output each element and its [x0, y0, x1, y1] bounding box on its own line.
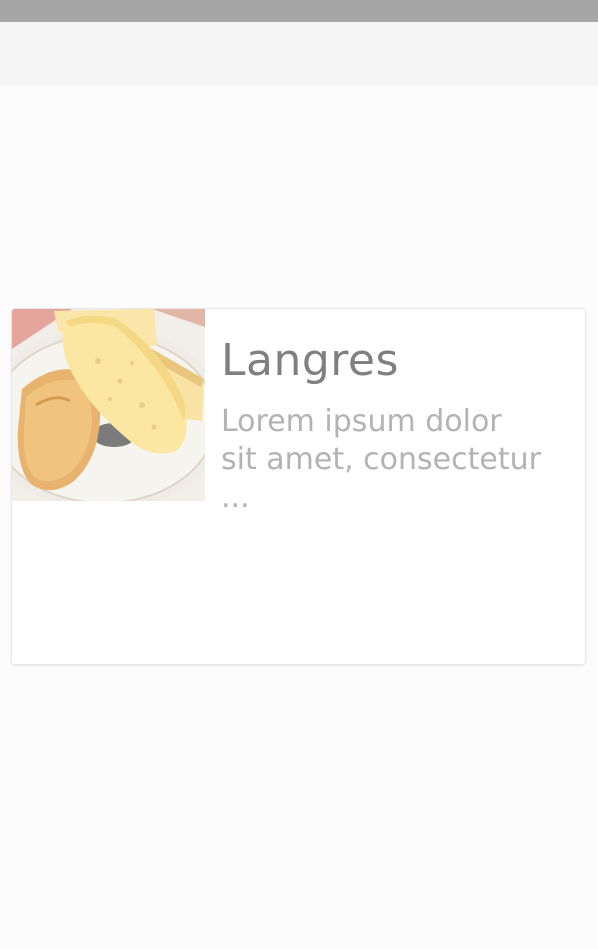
main-content: Langres Lorem ipsum dolor sit amet, cons…	[0, 86, 598, 949]
cheese-image	[12, 309, 205, 501]
card-description-line-1: Lorem ipsum dolor	[221, 404, 502, 439]
card-description-line-2: sit amet, consectetur ...	[221, 442, 541, 515]
card-title: Langres	[221, 335, 399, 386]
app-bar	[0, 22, 598, 86]
card-description: Lorem ipsum dolor sit amet, consectetur …	[221, 403, 566, 517]
cheese-card[interactable]: Langres Lorem ipsum dolor sit amet, cons…	[11, 308, 586, 665]
status-bar	[0, 0, 598, 22]
